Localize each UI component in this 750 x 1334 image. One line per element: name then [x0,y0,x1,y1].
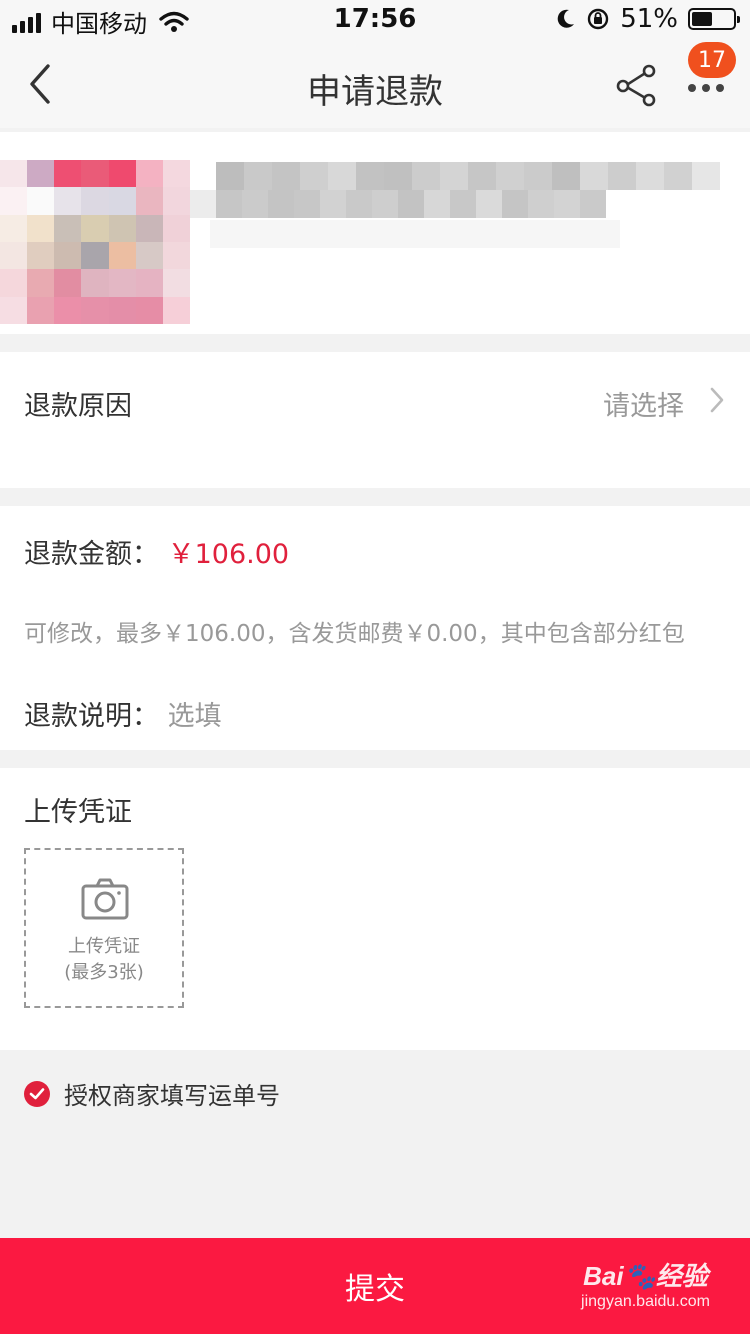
authorize-merchant-checkbox[interactable]: 授权商家填写运单号 [24,1076,280,1111]
refund-amount-hint: 可修改，最多￥106.00，含发货邮费￥0.00，其中包含部分红包 [24,621,685,647]
checkbox-checked-icon[interactable] [24,1080,50,1107]
upload-limit-label: (最多3张) [64,962,144,983]
upload-button-label: 上传凭证 [68,936,140,957]
notification-badge: 17 [688,42,736,78]
authorize-merchant-label: 授权商家填写运单号 [64,1082,280,1110]
upload-title: 上传凭证 [24,797,132,828]
watermark-brand: Bai🐾经验 [583,1261,708,1291]
refund-amount-label: 退款金额： [24,539,159,570]
product-spec-blurred [190,190,620,218]
refund-amount-input[interactable]: ￥106.00 [168,539,289,570]
camera-icon [81,878,129,920]
share-icon[interactable] [612,62,662,108]
upload-button[interactable]: 上传凭证 (最多3张) [24,848,184,1008]
watermark-url: jingyan.baidu.com [581,1293,710,1310]
refund-reason-select[interactable]: 请选择 [603,384,684,423]
moon-icon [557,9,575,28]
refund-note-label: 退款说明： [24,701,159,732]
product-price-blurred [210,220,620,248]
battery-icon [688,8,740,30]
refund-amount-row[interactable]: 退款金额： ￥106.00 [24,532,289,571]
refund-note-input[interactable]: 选填 [168,701,222,732]
refund-reason-row[interactable]: 退款原因 请选择 [0,352,750,488]
battery-percent: 51% [620,4,678,34]
refund-note-row[interactable]: 退款说明： 选填 [24,694,222,733]
refund-amount-section: 退款金额： ￥106.00 可修改，最多￥106.00，含发货邮费￥0.00，其… [0,506,750,750]
status-bar: 中国移动 17:56 51% [0,0,750,40]
product-title-blurred [216,162,728,190]
refund-reason-label: 退款原因 [24,391,132,422]
watermark: Bai🐾经验 jingyan.baidu.com [581,1256,710,1311]
nav-bar: 申请退款 [0,40,750,128]
rotation-lock-icon [588,8,609,30]
chevron-right-icon [710,387,724,413]
product-card[interactable] [0,132,750,334]
upload-section: 上传凭证 上传凭证 (最多3张) [0,768,750,1050]
product-thumbnail [0,160,190,324]
